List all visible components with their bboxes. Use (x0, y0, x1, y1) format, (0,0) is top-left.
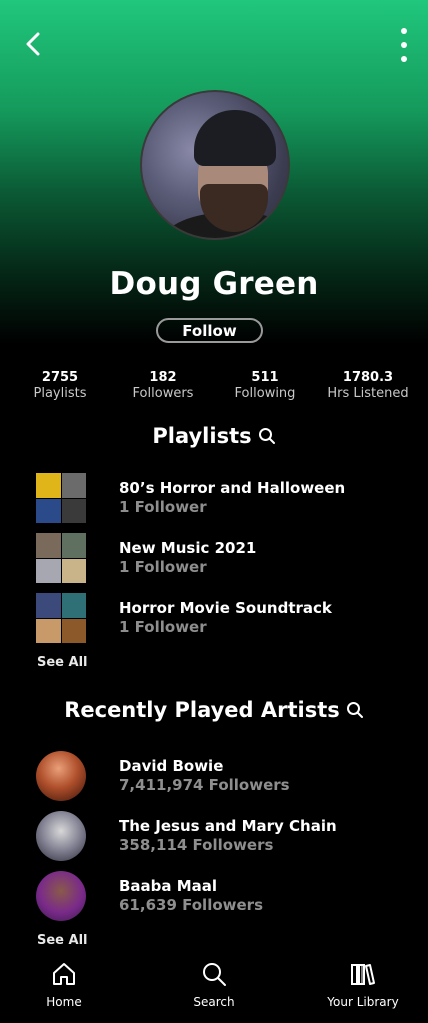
search-icon[interactable] (258, 427, 276, 445)
artist-followers: 7,411,974 Followers (119, 776, 290, 794)
artist-name: Baaba Maal (119, 877, 218, 895)
stat-following[interactable]: 511 Following (215, 370, 315, 402)
more-options-button[interactable] (394, 26, 414, 64)
stat-followers[interactable]: 182 Followers (113, 370, 213, 402)
more-vertical-icon (401, 28, 407, 34)
artists-see-all-link[interactable]: See All (37, 933, 88, 948)
library-icon (351, 964, 375, 985)
artist-name: The Jesus and Mary Chain (119, 817, 337, 835)
playlist-item[interactable]: New Music 2021 1 Follower (36, 532, 396, 584)
playlist-followers: 1 Follower (119, 498, 207, 516)
follow-button[interactable]: Follow (156, 318, 263, 343)
artist-item[interactable]: The Jesus and Mary Chain 358,114 Followe… (36, 810, 396, 862)
playlist-cover (36, 533, 86, 583)
tab-home[interactable]: Home (14, 959, 114, 1009)
search-icon[interactable] (346, 701, 364, 719)
profile-name: Doug Green (109, 266, 319, 302)
artist-item[interactable]: David Bowie 7,411,974 Followers (36, 750, 396, 802)
playlist-followers: 1 Follower (119, 618, 207, 636)
stat-playlists[interactable]: 2755 Playlists (10, 370, 110, 402)
profile-avatar (140, 90, 290, 240)
chevron-left-icon (26, 32, 40, 56)
recent-artists-heading: Recently Played Artists (0, 698, 428, 722)
artist-avatar (36, 811, 86, 861)
playlist-item[interactable]: 80’s Horror and Halloween 1 Follower (36, 472, 396, 524)
home-icon (53, 963, 75, 985)
artist-followers: 358,114 Followers (119, 836, 274, 854)
playlist-item[interactable]: Horror Movie Soundtrack 1 Follower (36, 592, 396, 644)
playlist-title: 80’s Horror and Halloween (119, 479, 346, 497)
artist-followers: 61,639 Followers (119, 896, 263, 914)
artist-avatar (36, 871, 86, 921)
search-icon (203, 963, 226, 986)
artist-name: David Bowie (119, 757, 224, 775)
profile-stats: 2755 Playlists 182 Followers 511 Followi… (0, 370, 428, 406)
playlist-cover (36, 473, 86, 523)
bottom-tab-bar: Home Search Your Library (0, 953, 428, 1023)
playlist-followers: 1 Follower (119, 558, 207, 576)
playlist-cover (36, 593, 86, 643)
back-button[interactable] (18, 28, 48, 60)
tab-search[interactable]: Search (164, 959, 264, 1009)
tab-your-library[interactable]: Your Library (313, 959, 413, 1009)
artist-item[interactable]: Baaba Maal 61,639 Followers (36, 870, 396, 922)
playlists-see-all-link[interactable]: See All (37, 655, 88, 670)
artist-avatar (36, 751, 86, 801)
playlist-title: Horror Movie Soundtrack (119, 599, 332, 617)
playlist-title: New Music 2021 (119, 539, 257, 557)
stat-hours-listened: 1780.3 Hrs Listened (327, 370, 409, 401)
playlists-heading: Playlists (0, 424, 428, 448)
